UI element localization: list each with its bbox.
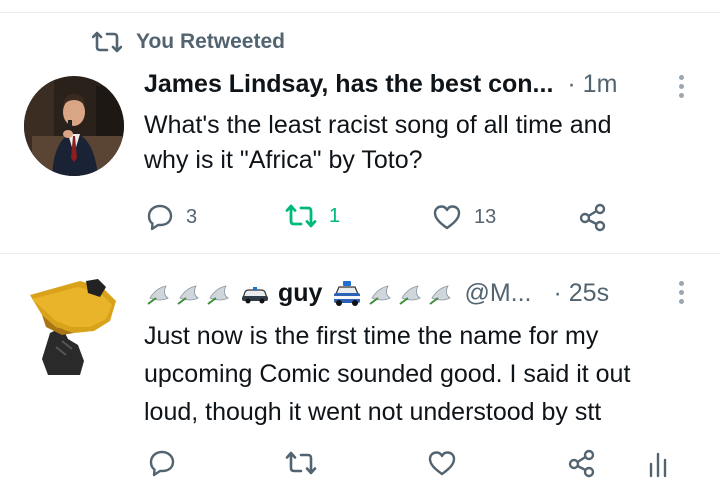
tweet-text-line: upcoming Comic sounded good. I said it o… [144, 360, 631, 388]
like-count: 13 [474, 205, 497, 228]
retweet-label: You Retweeted [136, 30, 285, 53]
display-name[interactable]: guy [278, 279, 322, 308]
analytics-icon [648, 450, 668, 478]
police-car-emoji [332, 280, 362, 308]
reply-icon [146, 203, 174, 231]
analytics-button[interactable] [648, 450, 668, 478]
tweet-text: What's the least racist song of all time… [144, 108, 612, 178]
top-divider [0, 12, 720, 13]
tweet-text: Just now is the first time the name for … [144, 317, 630, 431]
avatar[interactable] [22, 275, 122, 375]
reply-button[interactable] [148, 449, 176, 477]
dove-emoji [146, 280, 234, 308]
tweet-time[interactable]: · 25s [554, 279, 610, 308]
tweet-header: James Lindsay, has the best con... · 1m [144, 70, 617, 99]
tweet-time[interactable]: · 1m [567, 70, 617, 99]
handle[interactable]: @M... [464, 279, 531, 308]
like-button[interactable]: 13 [432, 203, 496, 231]
reply-icon [148, 449, 176, 477]
dove-emoji [368, 280, 456, 308]
retweet-button[interactable] [285, 450, 317, 476]
author-name[interactable]: James Lindsay, has the best con... [144, 70, 553, 99]
like-button[interactable] [427, 449, 457, 477]
reply-button[interactable]: 3 [146, 203, 197, 231]
retweet-icon [92, 30, 122, 54]
tweet-header: guy @M... · 25s [146, 279, 609, 308]
heart-icon [427, 449, 457, 477]
retweet-icon [285, 203, 317, 229]
retweet-count: 1 [329, 204, 341, 227]
tweet-text-line: why is it "Africa" by Toto? [144, 146, 423, 174]
retweet-button[interactable]: 1 [285, 203, 340, 229]
retweet-context: You Retweeted [92, 30, 285, 54]
more-options-icon[interactable] [679, 281, 685, 304]
tweet-text-line: Just now is the first time the name for … [144, 322, 599, 350]
heart-icon [432, 203, 462, 231]
more-options-icon[interactable] [679, 75, 685, 98]
tweet-divider [0, 253, 720, 254]
tweet-text-line: What's the least racist song of all time… [144, 111, 612, 139]
share-icon [578, 202, 608, 232]
retweet-icon [285, 450, 317, 476]
tweet-text-line: loud, though it went not understood by s… [144, 398, 602, 426]
car-emoji [240, 284, 270, 304]
reply-count: 3 [186, 205, 198, 228]
share-button[interactable] [578, 202, 608, 232]
share-icon [567, 448, 597, 478]
share-button[interactable] [567, 448, 597, 478]
avatar[interactable] [24, 76, 124, 176]
